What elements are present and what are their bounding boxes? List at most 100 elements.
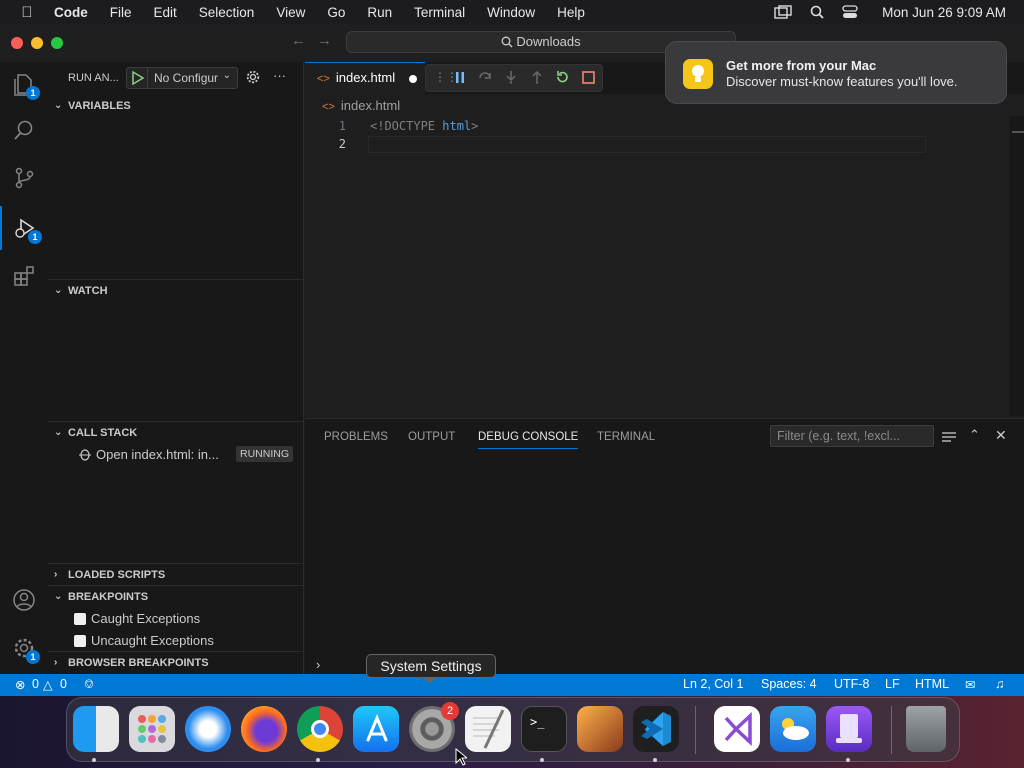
menu-edit[interactable]: Edit (154, 5, 177, 20)
simulator-icon[interactable] (826, 706, 872, 752)
start-debugging-icon[interactable] (132, 70, 145, 88)
console-prompt-icon[interactable]: › (316, 657, 320, 672)
menu-terminal[interactable]: Terminal (414, 5, 465, 20)
browser-breakpoints-section[interactable]: › BROWSER BREAKPOINTS (48, 651, 304, 673)
back-arrow-icon[interactable]: ← (291, 32, 306, 49)
vscode-icon[interactable] (633, 706, 679, 752)
dock-running-indicator (92, 758, 96, 762)
scrollbar[interactable] (1010, 116, 1024, 416)
debug-config-select[interactable]: No Configur ⌄ (126, 67, 238, 89)
zoom-window-button[interactable] (51, 37, 63, 49)
dock-running-indicator (540, 758, 544, 762)
checkbox[interactable] (74, 612, 86, 625)
tab-output[interactable]: OUTPUT (408, 431, 455, 443)
step-over-icon[interactable] (478, 70, 492, 89)
code-line-1[interactable]: <!DOCTYPE html> (370, 119, 478, 133)
debug-toolbar: ⋮⋮ (425, 64, 603, 92)
stop-icon[interactable] (582, 71, 595, 89)
uncaught-exceptions-checkbox[interactable]: Uncaught Exceptions (74, 633, 214, 648)
clear-console-icon[interactable] (942, 430, 956, 448)
language-mode[interactable]: HTML (915, 677, 949, 691)
menu-view[interactable]: View (276, 5, 305, 20)
feedback-icon[interactable]: ✉ (965, 677, 975, 692)
step-into-icon[interactable] (504, 70, 518, 89)
explorer-icon[interactable]: 1 (0, 62, 48, 106)
close-window-button[interactable] (11, 37, 23, 49)
warning-count[interactable]: 0 (60, 677, 67, 691)
control-center-icon[interactable] (842, 5, 858, 19)
menu-go[interactable]: Go (327, 5, 345, 20)
checkbox[interactable] (74, 634, 86, 647)
forward-arrow-icon[interactable]: → (317, 32, 332, 49)
chrome-icon[interactable] (297, 706, 343, 752)
call-stack-item[interactable]: Open index.html: in... RUNNING (78, 445, 298, 465)
code-bracket: > (471, 119, 479, 133)
breakpoints-section[interactable]: ⌄ BREAKPOINTS (48, 585, 304, 607)
error-count[interactable]: 0 (32, 677, 39, 691)
error-icon[interactable]: ⊗ (15, 677, 25, 692)
window-switcher-icon[interactable] (774, 5, 792, 19)
close-panel-icon[interactable]: ✕ (995, 427, 1007, 444)
pause-icon[interactable] (454, 71, 466, 90)
extensions-icon[interactable] (0, 254, 48, 298)
accounts-icon[interactable] (0, 578, 48, 622)
lightbulb-icon (683, 59, 713, 89)
indentation[interactable]: Spaces: 4 (761, 677, 817, 691)
search-view-icon[interactable] (0, 108, 48, 152)
firefox-icon[interactable] (241, 706, 287, 752)
weather-icon[interactable] (770, 706, 816, 752)
tab-problems[interactable]: PROBLEMS (324, 431, 388, 443)
menu-file[interactable]: File (110, 5, 132, 20)
encoding[interactable]: UTF-8 (834, 677, 869, 691)
warning-icon[interactable]: △ (43, 677, 53, 692)
app-store-icon[interactable] (353, 706, 399, 752)
more-actions-icon[interactable]: ··· (273, 68, 286, 83)
watch-section[interactable]: ⌄ WATCH (48, 279, 304, 301)
menu-window[interactable]: Window (487, 5, 535, 20)
menu-selection[interactable]: Selection (199, 5, 255, 20)
caught-exceptions-checkbox[interactable]: Caught Exceptions (74, 611, 200, 626)
unsaved-dot-icon[interactable] (409, 75, 417, 83)
menu-app-name[interactable]: Code (54, 5, 88, 20)
breadcrumb[interactable]: <> index.html (322, 98, 400, 113)
menu-run[interactable]: Run (367, 5, 392, 20)
minimize-window-button[interactable] (31, 37, 43, 49)
section-title: LOADED SCRIPTS (68, 569, 166, 581)
debug-status-icon[interactable]: ⎊ (84, 677, 94, 692)
editor-content[interactable] (305, 116, 1010, 416)
loaded-scripts-section[interactable]: › LOADED SCRIPTS (48, 563, 304, 585)
apple-icon[interactable]:  (0, 4, 54, 21)
section-title: VARIABLES (68, 100, 131, 112)
system-settings-icon[interactable]: 2 (409, 702, 459, 752)
call-stack-section[interactable]: ⌄ CALL STACK (48, 421, 304, 443)
launchpad-icon[interactable] (129, 706, 175, 752)
run-and-debug-icon[interactable]: 1 (0, 206, 48, 250)
trash-icon[interactable] (906, 706, 946, 752)
cursor-position[interactable]: Ln 2, Col 1 (683, 677, 743, 691)
restart-icon[interactable] (555, 70, 569, 89)
end-of-line[interactable]: LF (885, 677, 900, 691)
chevron-right-icon: › (54, 657, 58, 668)
maximize-panel-icon[interactable]: ⌃ (969, 427, 980, 443)
debug-console-filter-input[interactable]: Filter (e.g. text, !excl... (770, 425, 934, 447)
step-out-icon[interactable] (530, 70, 544, 89)
terminal-icon[interactable]: >_ (521, 706, 567, 752)
notification-banner[interactable]: Get more from your Mac Discover must-kno… (665, 41, 1007, 104)
textedit-icon[interactable] (465, 706, 511, 752)
variables-section[interactable]: ⌄ VARIABLES (48, 95, 304, 117)
spotlight-search-icon[interactable] (810, 5, 824, 19)
finder-icon[interactable] (73, 706, 119, 752)
manage-gear-icon[interactable]: 1 (0, 626, 48, 670)
notifications-bell-icon[interactable]: ♫ (995, 677, 1004, 691)
code-tag: html (442, 119, 472, 133)
source-control-icon[interactable] (0, 156, 48, 200)
open-launch-json-gear-icon[interactable] (246, 70, 260, 87)
safari-icon[interactable] (185, 706, 231, 752)
visual-studio-icon[interactable] (714, 706, 760, 752)
menu-help[interactable]: Help (557, 5, 585, 20)
garageband-icon[interactable] (577, 706, 623, 752)
menubar-clock[interactable]: Mon Jun 26 9:09 AM (882, 5, 1006, 20)
tab-terminal[interactable]: TERMINAL (597, 431, 655, 443)
tab-index-html[interactable]: <> index.html (305, 62, 425, 94)
tab-debug-console[interactable]: DEBUG CONSOLE (478, 431, 579, 449)
